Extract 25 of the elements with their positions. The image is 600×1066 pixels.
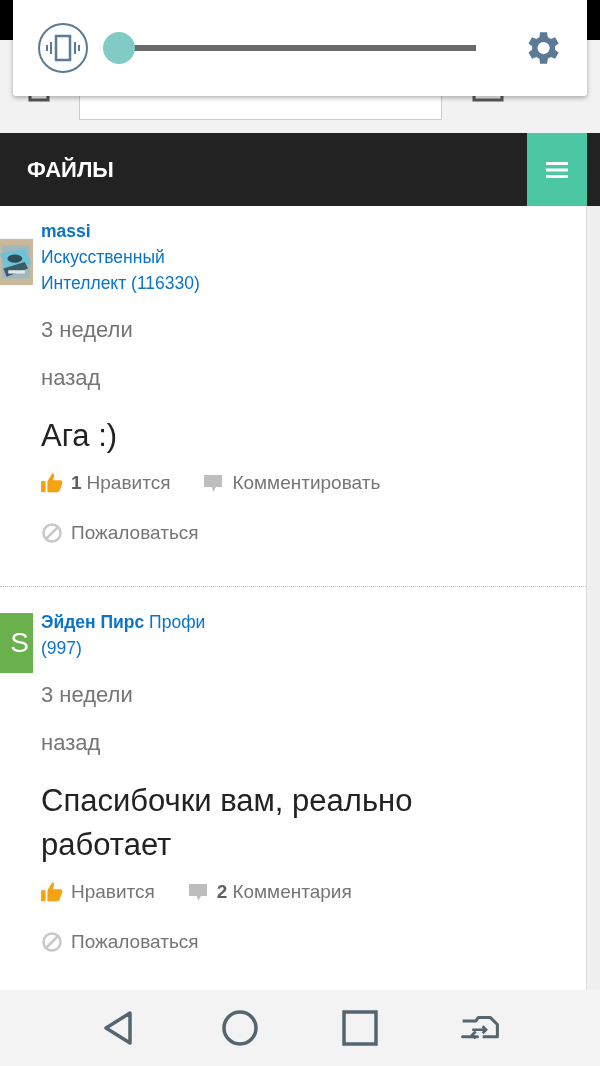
- comment-link[interactable]: Комментировать: [202, 468, 381, 498]
- speech-bubble-icon: [202, 472, 225, 494]
- post-time: 3 недели назад: [41, 316, 134, 392]
- post-time: 3 недели назад: [41, 681, 134, 757]
- report-link[interactable]: Пожаловаться: [41, 518, 199, 548]
- comment-link[interactable]: 2 Комментария: [186, 877, 352, 907]
- report-link[interactable]: Пожаловаться: [41, 927, 199, 957]
- thumbs-up-icon: [41, 472, 63, 494]
- home-icon[interactable]: [220, 1008, 260, 1048]
- like-link[interactable]: Нравится: [41, 877, 155, 907]
- prohibited-icon: [41, 522, 63, 544]
- recents-icon[interactable]: [340, 1008, 380, 1048]
- author-info: massi Искусственный Интеллект (116330): [41, 220, 201, 295]
- avatar: S: [0, 613, 33, 673]
- comment-text: Спасибочки вам, реально работает: [41, 782, 414, 864]
- author-info: Эйден Пирс Профи (997): [41, 611, 207, 660]
- speech-bubble-icon: [186, 881, 209, 903]
- page-title: ФАЙЛЫ: [26, 156, 114, 183]
- slider-thumb[interactable]: [103, 32, 135, 64]
- prohibited-icon: [41, 931, 63, 953]
- thumbs-up-icon: [41, 881, 63, 903]
- like-link[interactable]: 1 Нравится: [41, 468, 171, 498]
- vibrate-icon[interactable]: [37, 22, 89, 74]
- menu-icon: [546, 160, 568, 179]
- comment-text: Ага :): [41, 417, 119, 455]
